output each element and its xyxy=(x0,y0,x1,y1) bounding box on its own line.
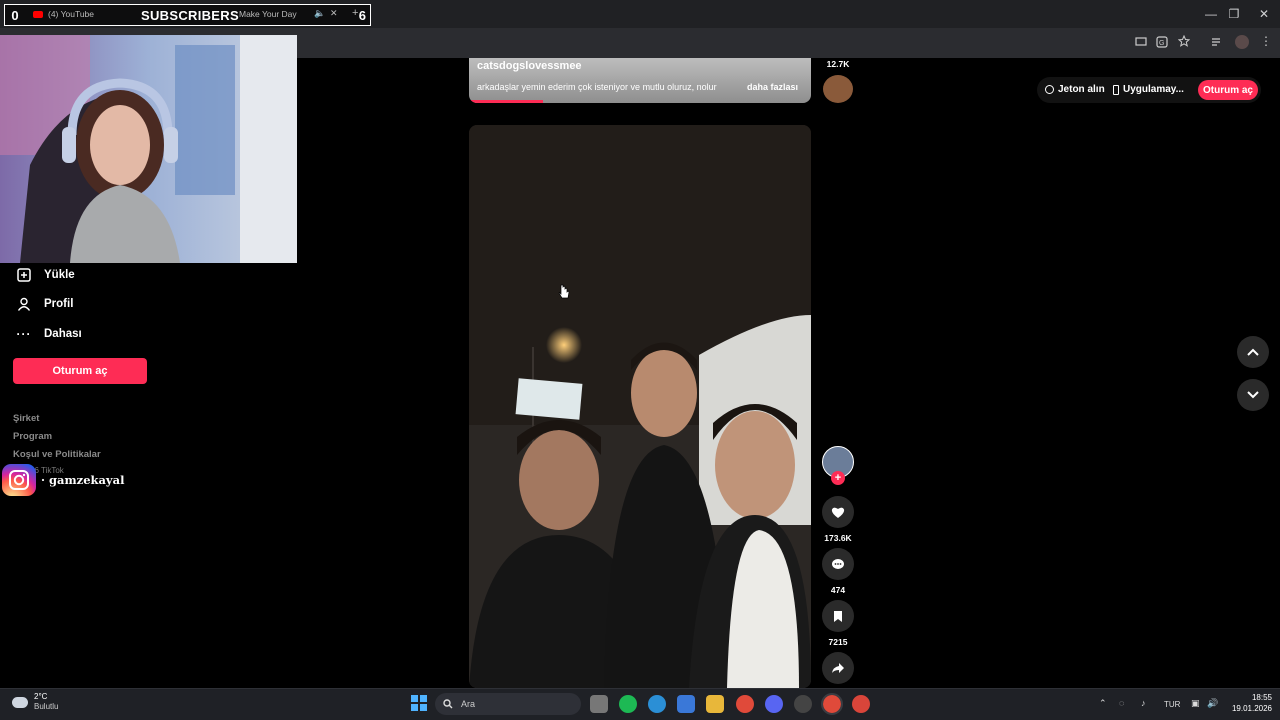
taskbar-search[interactable]: Ara xyxy=(435,693,581,715)
phone-icon xyxy=(1113,84,1119,95)
instagram-handle: · gamzekayal xyxy=(41,473,125,487)
spotify-icon[interactable] xyxy=(619,695,637,713)
taskbar-clock[interactable]: 18:55 19.01.2026 xyxy=(1228,692,1272,714)
mouse-cursor-icon xyxy=(558,284,570,299)
subscriber-right-count: 6 xyxy=(358,8,366,23)
footer-link-terms[interactable]: Koşul ve Politikalar xyxy=(13,449,101,460)
coin-icon xyxy=(1045,85,1054,94)
previous-share-count: 12.7K xyxy=(826,59,850,69)
tab-youtube-label: (4) YouTube xyxy=(48,9,94,19)
store-icon[interactable] xyxy=(677,695,695,713)
clock-date: 19.01.2026 xyxy=(1231,704,1272,713)
tab-audio-icon: 🔈 xyxy=(314,8,326,18)
clock-time: 18:55 xyxy=(1251,693,1272,702)
save-button[interactable] xyxy=(822,600,854,632)
previous-video-progress[interactable] xyxy=(469,100,543,103)
bookmark-icon xyxy=(834,610,842,622)
windows-start-icon[interactable] xyxy=(411,695,427,711)
microphone-icon[interactable]: ♪ xyxy=(1141,698,1146,708)
volume-icon[interactable]: 🔊 xyxy=(1207,698,1218,709)
get-coins-button[interactable]: Jeton alın xyxy=(1045,84,1105,95)
music-disc-avatar[interactable] xyxy=(823,75,853,103)
comment-count: 474 xyxy=(830,585,846,595)
next-video-button[interactable] xyxy=(1237,379,1269,411)
weather-condition: Bulutlu xyxy=(34,702,59,711)
subscribers-overlay: 0 (4) YouTube SUBSCRIBERS Make Your Day … xyxy=(4,4,371,26)
get-app-label: Uygulamay... xyxy=(1123,84,1184,95)
previous-video-caption: arkadaşlar yemin ederim çok isteniyor ve… xyxy=(477,82,717,92)
top-actions-bar: Jeton alın Uygulamay... Oturum aç xyxy=(1037,77,1261,103)
sidebar-item-label: Dahası xyxy=(44,328,82,340)
chrome-profile-icon[interactable] xyxy=(852,695,870,713)
weather-temp: 2°C xyxy=(34,692,48,701)
tab-close-icon[interactable]: ✕ xyxy=(330,8,338,19)
chevron-up-icon xyxy=(1247,348,1259,356)
comment-icon xyxy=(832,558,844,569)
svg-text:G: G xyxy=(1159,40,1164,47)
save-count: 7215 xyxy=(828,637,848,647)
settings-app-icon[interactable] xyxy=(794,695,812,713)
profile-avatar[interactable] xyxy=(1235,35,1249,49)
chrome-active-icon[interactable] xyxy=(821,693,843,715)
tab-youtube[interactable]: (4) YouTube xyxy=(33,9,94,19)
subscriber-left-count: 0 xyxy=(11,7,19,23)
instagram-icon xyxy=(2,464,36,496)
previous-video-card[interactable]: catsdogslovessmee arkadaşlar yemin ederi… xyxy=(469,58,811,103)
tray-app-icon[interactable]: ◌ xyxy=(1119,698,1124,708)
previous-video-more-link[interactable]: daha fazlası xyxy=(747,82,798,92)
like-count: 173.6K xyxy=(824,533,852,543)
language-indicator[interactable]: TUR xyxy=(1164,700,1180,709)
comment-button[interactable] xyxy=(822,548,854,580)
share-button[interactable] xyxy=(822,652,854,684)
translate-icon[interactable]: G xyxy=(1156,36,1168,48)
sidebar-item-label: Yükle xyxy=(44,269,75,281)
heart-icon xyxy=(831,507,845,518)
previous-video-button[interactable] xyxy=(1237,336,1269,368)
chevron-down-icon xyxy=(1247,391,1259,399)
file-explorer-icon[interactable] xyxy=(706,695,724,713)
bookmark-star-icon[interactable] xyxy=(1178,35,1190,47)
browser-menu-icon[interactable]: ⋮ xyxy=(1260,34,1272,48)
new-tab-icon[interactable]: + xyxy=(352,7,358,19)
youtube-icon xyxy=(33,10,43,18)
sidebar-item-profile[interactable]: Profil xyxy=(16,293,73,315)
cast-icon[interactable] xyxy=(1135,36,1147,48)
search-icon xyxy=(443,699,453,709)
follow-plus-icon[interactable]: + xyxy=(831,471,845,485)
weather-widget[interactable]: 2°C Bulutlu xyxy=(12,692,58,712)
chrome-icon[interactable] xyxy=(736,695,754,713)
upload-plus-icon xyxy=(16,267,32,283)
sidebar-item-upload[interactable]: Yükle xyxy=(16,264,75,286)
network-icon[interactable]: ▣ xyxy=(1191,698,1200,709)
subscribers-label: SUBSCRIBERS xyxy=(141,8,239,23)
person-icon xyxy=(16,296,32,312)
cloud-icon xyxy=(12,696,28,708)
get-coins-label: Jeton alın xyxy=(1058,84,1105,95)
footer-link-company[interactable]: Şirket xyxy=(13,413,39,424)
webcam-overlay xyxy=(0,35,297,263)
share-arrow-icon xyxy=(832,663,844,673)
video-player[interactable] xyxy=(469,125,811,688)
discord-icon[interactable] xyxy=(765,695,783,713)
tray-overflow-icon[interactable]: ⌃ xyxy=(1099,698,1107,709)
sidebar-item-more[interactable]: ··· Dahası xyxy=(16,323,82,345)
footer-link-program[interactable]: Program xyxy=(13,431,52,442)
search-placeholder: Ara xyxy=(461,699,476,709)
sidebar-login-button[interactable]: Oturum aç xyxy=(13,358,147,384)
task-view-icon[interactable] xyxy=(590,695,608,713)
tab-make-your-day[interactable]: Make Your Day xyxy=(239,9,297,19)
sidebar-item-label: Profil xyxy=(44,298,74,310)
windows-taskbar xyxy=(0,688,1280,720)
instagram-overlay: · gamzekayal xyxy=(2,464,124,496)
close-window-button[interactable]: ✕ xyxy=(1241,0,1280,28)
get-app-button[interactable]: Uygulamay... xyxy=(1113,84,1184,95)
like-button[interactable] xyxy=(822,496,854,528)
top-login-button[interactable]: Oturum aç xyxy=(1198,80,1258,100)
edge-icon[interactable] xyxy=(648,695,666,713)
media-control-icon[interactable] xyxy=(1211,36,1223,48)
previous-video-author[interactable]: catsdogslovessmee xyxy=(477,60,582,72)
more-dots-icon: ··· xyxy=(16,327,32,341)
